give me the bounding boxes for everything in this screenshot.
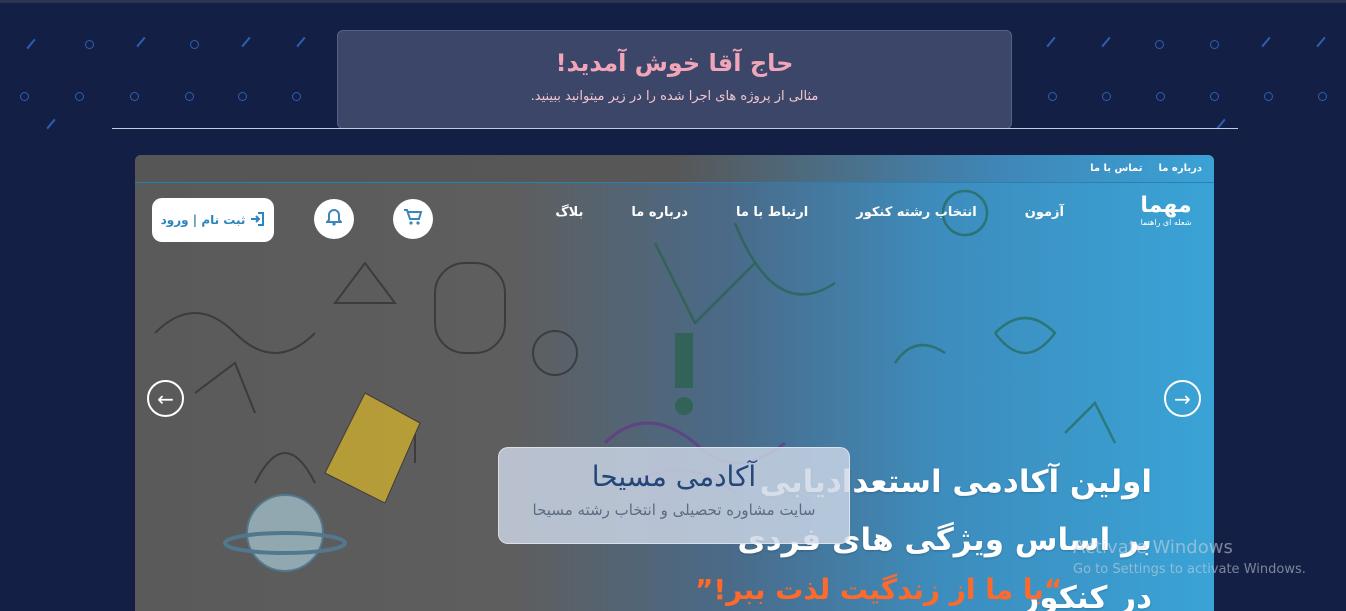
arrow-right-icon: →	[1174, 386, 1191, 411]
slider-prev-button[interactable]: ←	[147, 380, 184, 417]
topbar-link-about[interactable]: درباره ما	[1159, 163, 1203, 174]
watermark-line-2: Go to Settings to activate Windows.	[1073, 562, 1306, 577]
activate-windows-watermark: Activate Windows Go to Settings to activ…	[1073, 537, 1306, 577]
logo-tagline: شعله ای راهنما	[1140, 218, 1192, 227]
nav-item-field-selection[interactable]: انتخاب رشته کنکور	[856, 205, 977, 220]
nav-item-about[interactable]: درباره ما	[631, 205, 688, 220]
preview-topbar: درباره ما تماس با ما	[135, 155, 1214, 183]
decorative-pattern-right	[1020, 20, 1346, 130]
preview-navbar: مهما شعله ای راهنما آزمون انتخاب رشته کن…	[135, 191, 1214, 247]
caption-title: آکادمی مسیحا	[591, 460, 757, 493]
login-register-label: ثبت نام | ورود	[160, 213, 246, 227]
bell-icon	[324, 208, 344, 231]
arrow-left-icon: ←	[157, 386, 174, 411]
nav-item-contact[interactable]: ارتباط با ما	[736, 205, 808, 220]
welcome-title: حاج آقا خوش آمدید!	[555, 49, 794, 77]
login-register-button[interactable]: ثبت نام | ورود	[152, 198, 274, 242]
login-icon	[249, 211, 265, 230]
nav-item-blog[interactable]: بلاگ	[555, 205, 583, 220]
topbar-link-contact[interactable]: تماس با ما	[1090, 163, 1142, 174]
logo-mark: مهما	[1140, 193, 1193, 218]
project-caption: آکادمی مسیحا سایت مشاوره تحصیلی و انتخاب…	[498, 447, 850, 544]
notifications-button[interactable]	[314, 199, 354, 239]
site-logo[interactable]: مهما شعله ای راهنما	[1130, 193, 1202, 243]
welcome-card: حاج آقا خوش آمدید! مثالی از پروژه های اج…	[337, 30, 1012, 129]
watermark-line-1: Activate Windows	[1073, 537, 1233, 558]
welcome-subtitle: مثالی از پروژه های اجرا شده را در زیر می…	[530, 89, 819, 104]
caption-subtitle: سایت مشاوره تحصیلی و انتخاب رشته مسیحا	[532, 501, 816, 519]
project-preview[interactable]: درباره ما تماس با ما مهما شعله ای راهنما…	[135, 155, 1214, 611]
divider	[112, 128, 1238, 129]
cart-icon	[403, 208, 423, 231]
nav-item-exam[interactable]: آزمون	[1025, 205, 1064, 220]
cart-button[interactable]	[393, 199, 433, 239]
decorative-pattern-left	[10, 20, 350, 130]
main-nav: آزمون انتخاب رشته کنکور ارتباط با ما درب…	[555, 205, 1064, 220]
slider-next-button[interactable]: →	[1164, 380, 1201, 417]
hero-slogan: “با ما از زندگیت لذت ببر!”	[695, 573, 1063, 606]
window-top-border	[0, 0, 1346, 3]
